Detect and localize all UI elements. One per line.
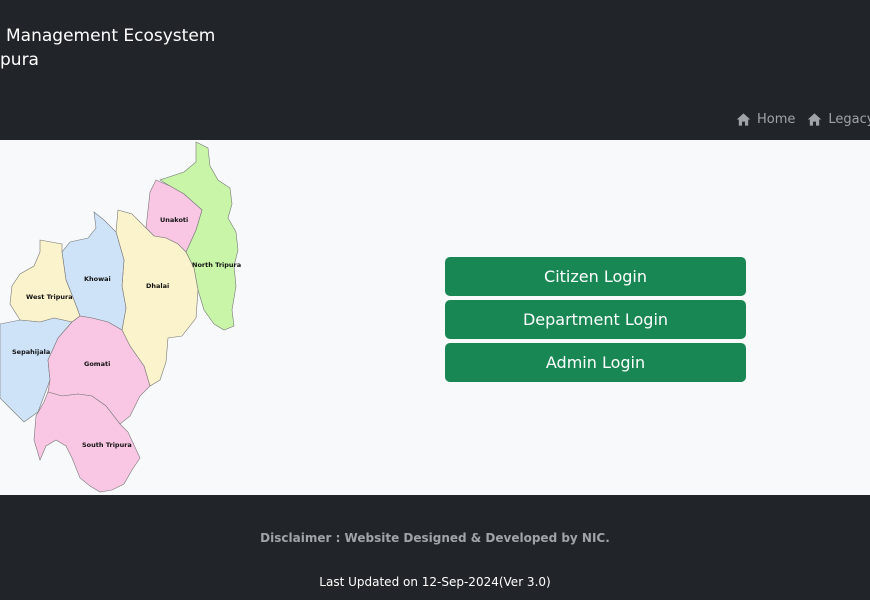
map-label-west-tripura: West Tripura (26, 293, 73, 301)
site-title-line2: pura (0, 50, 39, 70)
footer-last-updated: Last Updated on 12-Sep-2024(Ver 3.0) (319, 575, 551, 589)
top-nav: Home Legacy D (736, 109, 870, 129)
map-label-south-tripura: South Tripura (82, 441, 132, 449)
site-footer: Disclaimer : Website Designed & Develope… (0, 495, 870, 600)
home-icon (808, 112, 822, 126)
citizen-login-button[interactable]: Citizen Login (445, 257, 746, 296)
site-header: Management Ecosystem pura Home Legacy D (0, 0, 870, 140)
home-icon (736, 112, 751, 126)
map-label-sepahijala: Sepahijala (12, 348, 50, 356)
map-label-dhalai: Dhalai (146, 282, 169, 290)
map-label-north-tripura: North Tripura (192, 261, 241, 269)
footer-disclaimer: Disclaimer : Website Designed & Develope… (260, 531, 610, 545)
nav-home-label: Home (757, 111, 796, 127)
nav-home-link[interactable]: Home (736, 112, 795, 127)
map-label-khowai: Khowai (84, 275, 111, 283)
tripura-district-map: Unakoti North Tripura Khowai Dhalai West… (0, 141, 241, 493)
nav-legacy-link[interactable]: Legacy D (807, 112, 870, 127)
nav-legacy-label: Legacy D (828, 111, 870, 127)
map-label-gomati: Gomati (84, 360, 110, 368)
site-title-line1: Management Ecosystem (6, 26, 216, 46)
admin-login-button[interactable]: Admin Login (445, 343, 746, 382)
main-content: Unakoti North Tripura Khowai Dhalai West… (0, 140, 870, 495)
map-label-unakoti: Unakoti (160, 216, 188, 224)
department-login-button[interactable]: Department Login (445, 300, 746, 339)
